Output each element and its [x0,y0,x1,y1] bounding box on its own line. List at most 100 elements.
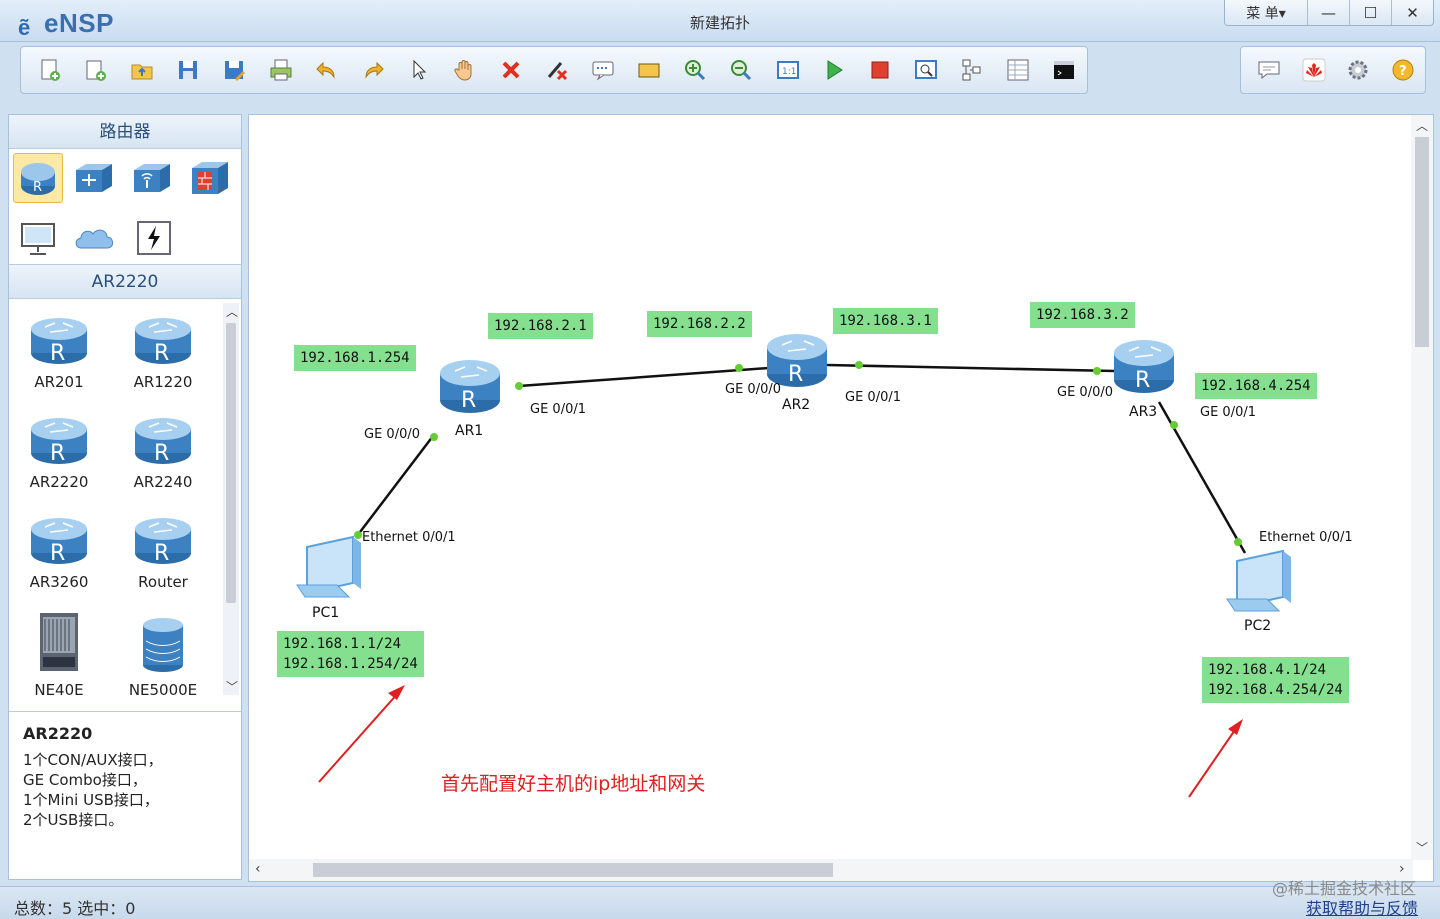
port-label: GE 0/0/0 [364,427,420,442]
capture-icon[interactable] [903,50,949,90]
save-as-icon[interactable] [211,50,257,90]
pan-hand-icon[interactable] [442,50,488,90]
delete-icon[interactable] [488,50,534,90]
window-controls: 菜 单▾ — ☐ ✕ [1224,0,1434,26]
switch-category-icon[interactable] [69,153,119,203]
settings-gear-icon[interactable] [1336,50,1381,90]
text-note-icon[interactable] [580,50,626,90]
device-model-item[interactable]: R AR3260 [9,511,109,591]
router-model-icon: R [31,418,87,466]
canvas-horizontal-scrollbar[interactable]: ‹ › [249,859,1413,881]
redo-icon[interactable] [350,50,396,90]
zoom-in-icon[interactable] [672,50,718,90]
device-model-item[interactable]: R AR2240 [113,411,213,491]
delete-link-icon[interactable] [534,50,580,90]
firewall-category-icon[interactable] [185,153,235,203]
device-name-ar3[interactable]: AR3 [1129,404,1157,420]
rectangle-icon[interactable] [626,50,672,90]
ip-label-pc2[interactable]: 192.168.4.1/24 192.168.4.254/24 [1202,657,1349,703]
ip-label-ar1-ge000[interactable]: 192.168.1.254 [294,345,416,371]
ne5000e-router-icon [143,618,183,672]
minimize-button[interactable]: — [1307,0,1349,25]
undo-icon[interactable] [304,50,350,90]
other-device-category-icon[interactable] [129,213,179,263]
device-name-pc1[interactable]: PC1 [312,605,339,621]
print-icon[interactable] [257,50,303,90]
scroll-up-icon[interactable]: ︿ [226,303,238,320]
topology-canvas[interactable]: R R R 192.168.1.254 192.168.2.1 192.168.… [248,114,1434,882]
table-icon[interactable] [995,50,1041,90]
ip-label-pc1[interactable]: 192.168.1.1/24 192.168.1.254/24 [277,631,424,677]
device-name-ar2[interactable]: AR2 [782,397,810,413]
pc2-icon[interactable] [1226,549,1291,612]
svg-text:R: R [154,441,169,466]
ip-label-ar3-ge000[interactable]: 192.168.3.2 [1030,302,1135,328]
ip-label-ar3-ge001[interactable]: 192.168.4.254 [1195,373,1317,399]
zoom-out-icon[interactable] [718,50,764,90]
scroll-left-icon[interactable]: ‹ [255,861,261,877]
device-panel: 路由器 R AR2220 R AR201 R AR1220 R AR2220 R AR2240… [8,114,242,880]
annotation-note[interactable]: 首先配置好主机的ip地址和网关 [441,769,705,796]
device-model-item[interactable]: R Router [113,511,213,591]
ip-label-ar1-ge001[interactable]: 192.168.2.1 [488,313,593,339]
device-name-ar1[interactable]: AR1 [455,423,483,439]
maximize-button[interactable]: ☐ [1349,0,1391,25]
router-ar2-icon[interactable]: R [767,334,827,387]
router-model-icon: R [135,318,191,366]
main-toolbar: 1:1 [20,46,1088,94]
device-model-item[interactable]: R AR201 [9,311,109,391]
cloud-category-icon[interactable] [71,213,121,263]
chat-icon[interactable] [1247,50,1292,90]
device-name-pc2[interactable]: PC2 [1244,618,1271,634]
help-icon[interactable]: ? [1381,50,1426,90]
description-title: AR2220 [23,724,93,743]
save-icon[interactable] [165,50,211,90]
description-line: 2个USB接口。 [23,811,124,829]
stop-device-icon[interactable] [857,50,903,90]
pc1-icon[interactable] [296,535,361,598]
ne40e-chassis-icon [40,613,78,671]
cli-icon[interactable] [1041,50,1087,90]
device-model-label: AR1220 [133,373,193,391]
device-model-label: AR201 [34,373,84,391]
model-series-title: AR2220 [9,265,241,299]
menu-button[interactable]: 菜 单▾ [1225,0,1307,25]
link-ar2-ar3[interactable] [826,363,1116,373]
help-feedback-link[interactable]: 获取帮助与反馈 [1306,895,1418,919]
device-model-item[interactable]: NE5000E [113,611,213,695]
port-dot [735,364,743,372]
fit-window-icon[interactable]: 1:1 [765,50,811,90]
scroll-down-icon[interactable]: ﹀ [226,678,238,695]
description-line: 1个Mini USB接口， [23,791,159,809]
device-model-item[interactable]: R AR1220 [113,311,213,391]
wlan-category-icon[interactable] [127,153,177,203]
model-list-scrollbar[interactable]: ︿ ﹀ [223,303,239,695]
device-model-item[interactable]: NE40E [9,611,109,695]
ip-label-ar2-ge001[interactable]: 192.168.3.1 [833,308,938,334]
canvas-vertical-scrollbar[interactable]: ︿ ﹀ [1411,115,1433,860]
new-topology-icon[interactable] [27,50,73,90]
device-category-title: 路由器 [9,115,241,149]
router-category-icon[interactable]: R [13,153,63,203]
router-model-icon: R [31,318,87,366]
link-pc1-ar1[interactable] [356,435,434,537]
new-example-icon[interactable] [73,50,119,90]
port-label: GE 0/0/1 [1200,405,1256,420]
huawei-icon[interactable] [1292,50,1337,90]
router-ar3-icon[interactable]: R [1114,340,1174,393]
svg-text:?: ? [1399,64,1407,79]
select-icon[interactable] [396,50,442,90]
close-button[interactable]: ✕ [1391,0,1433,25]
pc-category-icon[interactable] [13,213,63,263]
topology-icon[interactable] [949,50,995,90]
device-model-item[interactable]: R AR2220 [9,411,109,491]
router-ar1-icon[interactable]: R [440,360,500,413]
device-model-label: NE5000E [128,681,198,695]
open-icon[interactable] [119,50,165,90]
port-dot [515,382,523,390]
ip-label-ar2-ge000[interactable]: 192.168.2.2 [647,311,752,337]
annotation-arrow-left [318,691,400,783]
scroll-up-icon[interactable]: ︿ [1416,117,1428,134]
scroll-down-icon[interactable]: ﹀ [1416,839,1428,856]
start-device-icon[interactable] [811,50,857,90]
